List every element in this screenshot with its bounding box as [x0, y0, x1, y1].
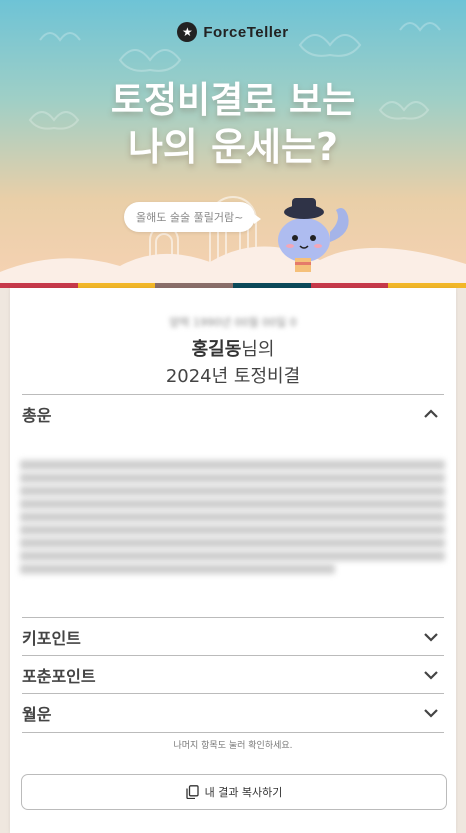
result-year-title: 2024년 토정비결 [165, 366, 301, 387]
section-header[interactable]: 키포인트 [22, 618, 444, 656]
result-card: 양력 1990년 00월 00일 0 홍길동님의 2024년 토정비결 총운 키… [10, 288, 456, 833]
section-header[interactable]: 포춘포인트 [22, 656, 444, 694]
birth-info: 양력 1990년 00월 00일 0 [169, 316, 297, 329]
chevron-down-icon[interactable] [422, 628, 440, 646]
section-label: 포춘포인트 [22, 667, 96, 686]
chevron-down-icon[interactable] [422, 704, 440, 722]
section-fortune-points[interactable]: 포춘포인트 [22, 655, 444, 694]
mascot-icon [278, 198, 349, 272]
hero-banner: ★ ForceTeller 토정비결로 보는 나의 운세는? 올해도 술술 풀릴… [0, 0, 466, 284]
section-label: 월운 [22, 705, 52, 724]
fortune-text-blurred [20, 460, 445, 577]
section-label: 키포인트 [22, 629, 81, 648]
speech-bubble: 올해도 술술 풀릴거람~ [124, 202, 262, 232]
section-label: 총운 [22, 406, 52, 425]
chevron-up-icon[interactable] [422, 405, 440, 423]
section-header[interactable]: 월운 [22, 694, 444, 732]
copy-icon [185, 785, 199, 799]
brand: ★ ForceTeller [0, 22, 466, 42]
section-header[interactable]: 총운 [22, 395, 444, 433]
hero-title-line1: 토정비결로 보는 [110, 80, 356, 121]
chevron-down-icon[interactable] [422, 666, 440, 684]
expand-hint: 나머지 항목도 눌러 확인하세요. [173, 741, 293, 751]
brand-name: ForceTeller [203, 23, 289, 41]
section-monthly-fortune[interactable]: 월운 [22, 693, 444, 733]
name-suffix: 님의 [241, 339, 275, 360]
section-key-points[interactable]: 키포인트 [22, 617, 444, 656]
result-name-line: 홍길동님의 [10, 335, 456, 361]
copy-result-button[interactable]: 내 결과 복사하기 [21, 774, 447, 810]
copy-result-label: 내 결과 복사하기 [204, 786, 283, 799]
section-overall-fortune[interactable]: 총운 [22, 394, 444, 433]
star-logo-icon: ★ [177, 22, 198, 42]
user-name: 홍길동 [191, 339, 242, 360]
bottom-cloud [0, 246, 466, 284]
